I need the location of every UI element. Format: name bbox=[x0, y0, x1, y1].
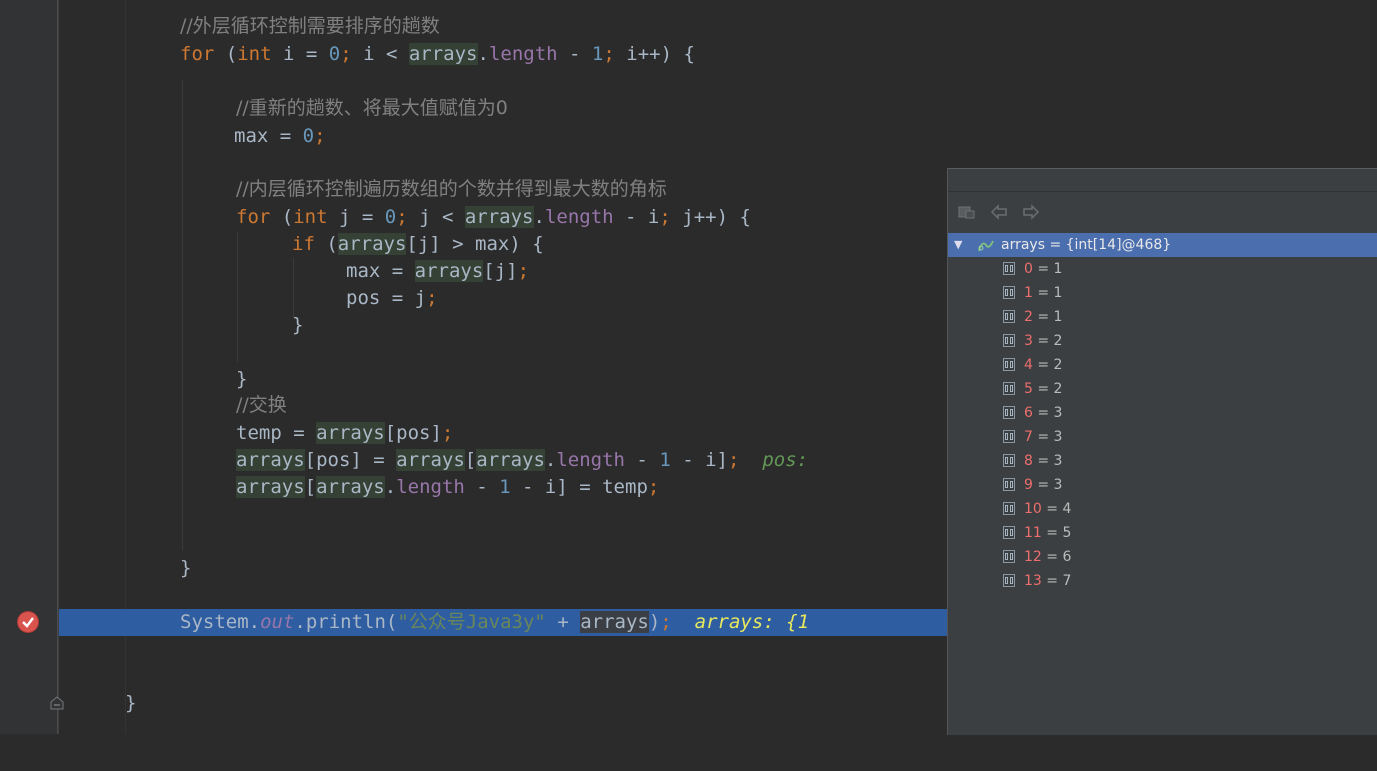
tree-item-value: = 6 bbox=[1041, 549, 1072, 565]
watch-icon bbox=[977, 237, 995, 261]
tree-item-row[interactable]: 2 = 1 bbox=[1003, 305, 1062, 329]
array-element-icon bbox=[1003, 310, 1015, 323]
array-element-icon bbox=[1003, 526, 1015, 539]
tree-item-value: = 2 bbox=[1032, 381, 1063, 397]
tree-item-row[interactable]: 10 = 4 bbox=[1003, 497, 1071, 521]
tree-item-row[interactable]: 4 = 2 bbox=[1003, 353, 1062, 377]
code-line: //外层循环控制需要排序的趟数 bbox=[59, 13, 1377, 40]
array-element-icon bbox=[1003, 262, 1015, 275]
array-element-icon bbox=[1003, 502, 1015, 515]
tree-item-row[interactable]: 7 = 3 bbox=[1003, 425, 1062, 449]
tree-item-row[interactable]: 8 = 3 bbox=[1003, 449, 1062, 473]
popup-toolbar bbox=[948, 192, 1377, 232]
tree-item-index: 0 bbox=[1024, 261, 1033, 277]
code-line: //重新的趟数、将最大值赋值为0 bbox=[59, 95, 1377, 122]
code-pos-assign: pos = j; bbox=[346, 287, 438, 309]
tree-root-row[interactable]: ▼ arrays = {int[14]@468} bbox=[948, 233, 1377, 257]
tree-item-index: 12 bbox=[1024, 549, 1042, 565]
inline-debug-hint: arrays: {1 bbox=[694, 611, 810, 633]
tree-item-row[interactable]: 12 = 6 bbox=[1003, 545, 1071, 569]
tree-item-index: 3 bbox=[1024, 333, 1033, 349]
code-temp-assign: temp = arrays[pos]; bbox=[236, 422, 454, 444]
code-line: max = 0; bbox=[59, 123, 1377, 150]
code-brace: } bbox=[180, 557, 192, 579]
tree-root-label: arrays = {int[14]@468} bbox=[1001, 237, 1172, 253]
tree-item-index: 4 bbox=[1024, 357, 1033, 373]
back-arrow-icon[interactable] bbox=[990, 204, 1008, 220]
tree-item-row[interactable]: 5 = 2 bbox=[1003, 377, 1062, 401]
code-brace: } bbox=[236, 368, 248, 390]
debug-variables-popup[interactable]: ▼ arrays = {int[14]@468} 0 = 11 = 12 = 1… bbox=[947, 168, 1377, 735]
tree-item-value: = 1 bbox=[1032, 285, 1063, 301]
array-element-icon bbox=[1003, 358, 1015, 371]
code-comment: //外层循环控制需要排序的趟数 bbox=[180, 15, 440, 37]
forward-arrow-icon[interactable] bbox=[1022, 204, 1040, 220]
tree-item-value: = 5 bbox=[1041, 525, 1072, 541]
watch-icon[interactable] bbox=[958, 204, 976, 220]
tree-item-value: = 1 bbox=[1032, 309, 1063, 325]
code-if: if (arrays[j] > max) { bbox=[292, 233, 544, 255]
tree-item-value: = 2 bbox=[1032, 357, 1063, 373]
tree-item-value: = 4 bbox=[1041, 501, 1072, 517]
tree-item-row[interactable]: 13 = 7 bbox=[1003, 569, 1071, 593]
code-swap-1: arrays[pos] = arrays[arrays.length - 1 -… bbox=[236, 449, 809, 471]
code-comment: //交换 bbox=[236, 394, 287, 416]
tree-item-index: 10 bbox=[1024, 501, 1042, 517]
tree-item-index: 1 bbox=[1024, 285, 1033, 301]
code-max-assign: max = arrays[j]; bbox=[346, 260, 530, 282]
tree-item-row[interactable]: 3 = 2 bbox=[1003, 329, 1062, 353]
array-element-icon bbox=[1003, 574, 1015, 587]
code-println: System.out.println("公众号Java3y" + arrays)… bbox=[180, 611, 810, 633]
tree-item-index: 8 bbox=[1024, 453, 1033, 469]
array-element-icon bbox=[1003, 454, 1015, 467]
tree-item-value: = 2 bbox=[1032, 333, 1063, 349]
tree-item-index: 5 bbox=[1024, 381, 1033, 397]
tree-item-row[interactable]: 6 = 3 bbox=[1003, 401, 1062, 425]
tree-item-value: = 1 bbox=[1032, 261, 1063, 277]
code-line: for (int i = 0; i < arrays.length - 1; i… bbox=[59, 41, 1377, 68]
gutter-divider bbox=[57, 0, 58, 734]
tree-item-value: = 7 bbox=[1041, 573, 1072, 589]
tree-item-index: 6 bbox=[1024, 405, 1033, 421]
breakpoint-check-icon[interactable] bbox=[18, 612, 38, 632]
code-brace: } bbox=[125, 692, 137, 714]
tree-item-row[interactable]: 1 = 1 bbox=[1003, 281, 1062, 305]
tree-item-row[interactable]: 0 = 1 bbox=[1003, 257, 1062, 281]
tree-item-value: = 3 bbox=[1032, 429, 1063, 445]
code-swap-2: arrays[arrays.length - 1 - i] = temp; bbox=[236, 476, 660, 498]
tree-item-index: 11 bbox=[1024, 525, 1042, 541]
array-element-icon bbox=[1003, 382, 1015, 395]
code-brace: } bbox=[292, 314, 304, 336]
tree-item-value: = 3 bbox=[1032, 477, 1063, 493]
code-for-inner: for (int j = 0; j < arrays.length - i; j… bbox=[236, 206, 751, 228]
code-max-reset: max = 0; bbox=[234, 125, 326, 147]
code-comment: //重新的趟数、将最大值赋值为0 bbox=[236, 97, 508, 119]
tree-item-index: 9 bbox=[1024, 477, 1033, 493]
array-element-icon bbox=[1003, 430, 1015, 443]
code-comment: //内层循环控制遍历数组的个数并得到最大数的角标 bbox=[236, 178, 667, 200]
array-element-icon bbox=[1003, 286, 1015, 299]
code-for-outer: for (int i = 0; i < arrays.length - 1; i… bbox=[180, 43, 695, 65]
tree-item-index: 7 bbox=[1024, 429, 1033, 445]
inline-debug-hint: pos: bbox=[762, 449, 809, 471]
array-element-icon bbox=[1003, 406, 1015, 419]
tree-item-row[interactable]: 11 = 5 bbox=[1003, 521, 1071, 545]
tree-item-row[interactable]: 9 = 3 bbox=[1003, 473, 1062, 497]
array-element-icon bbox=[1003, 334, 1015, 347]
array-element-icon bbox=[1003, 478, 1015, 491]
expand-triangle-icon[interactable]: ▼ bbox=[954, 233, 962, 257]
array-element-icon bbox=[1003, 550, 1015, 563]
tree-item-value: = 3 bbox=[1032, 453, 1063, 469]
tree-item-index: 13 bbox=[1024, 573, 1042, 589]
tree-item-value: = 3 bbox=[1032, 405, 1063, 421]
tree-item-index: 2 bbox=[1024, 309, 1033, 325]
popup-title-bar[interactable] bbox=[948, 169, 1377, 192]
